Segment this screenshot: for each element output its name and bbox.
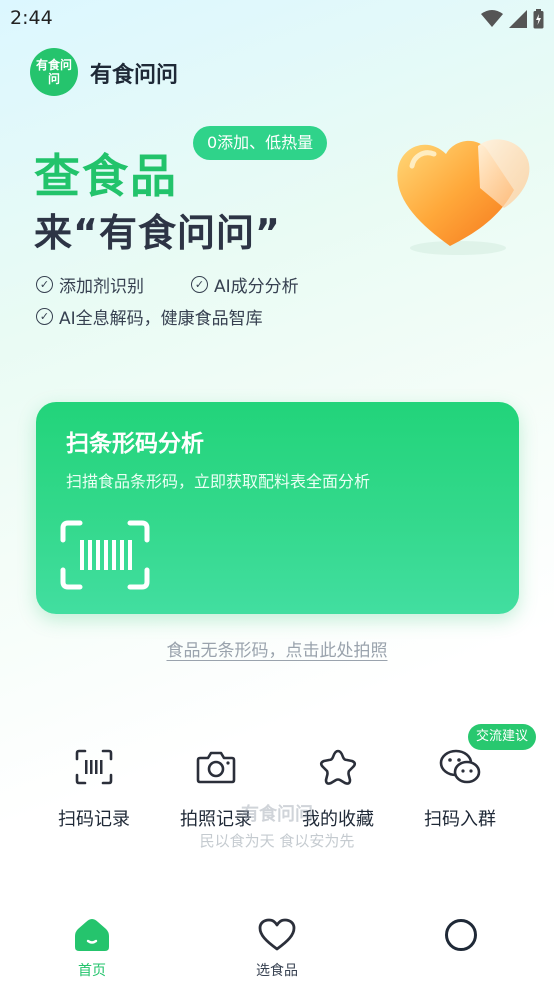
feature-item: ✓ 添加剂识别 [36,272,144,297]
wifi-icon [481,10,503,27]
star-icon [316,745,360,789]
feature-label: AI成分分析 [214,277,299,297]
barcode-record-icon [72,745,116,789]
watermark-name: 有食问问 [241,804,313,825]
heart-illustration [388,128,538,258]
hero-badge: 0添加、低热量 [193,126,328,160]
barcode-scan-icon [60,520,150,590]
feature-label: 添加剂识别 [59,277,144,297]
heart-icon [258,916,296,954]
feature-item: ✓ AI全息解码，健康食品智库 [36,304,263,329]
nav-profile[interactable] [406,916,516,960]
nav-home[interactable]: 首页 [37,916,147,980]
nav-label: 首页 [78,963,106,979]
feedback-badge[interactable]: 交流建议 [468,724,537,750]
check-circle-icon: ✓ [36,276,53,293]
nav-label: 选食品 [256,963,298,979]
nav-choose-food[interactable]: 选食品 [222,916,332,980]
status-icons [481,9,544,29]
battery-icon [533,9,544,29]
app-logo: 有食问问 [30,48,78,96]
home-icon [73,916,111,954]
hero-title: 查食品 [34,149,178,203]
profile-circle-icon [442,916,480,954]
app-name: 有食问问 [90,63,179,88]
scan-card-subtitle: 扫描食品条形码，立即获取配料表全面分析 [66,472,371,491]
feature-label: AI全息解码，健康食品智库 [59,309,263,329]
signal-icon [509,10,527,28]
scan-card-title: 扫条形码分析 [66,431,204,457]
feature-item: ✓ AI成分分析 [191,272,299,297]
status-bar: 2:44 [0,0,554,38]
heart-3d-icon [397,139,530,255]
no-barcode-photo-link[interactable]: 食品无条形码，点击此处拍照 [0,636,554,661]
check-circle-icon: ✓ [191,276,208,293]
check-circle-icon: ✓ [36,308,53,325]
camera-icon [194,745,238,789]
scan-barcode-card[interactable]: 扫条形码分析 扫描食品条形码，立即获取配料表全面分析 [36,402,519,614]
watermark-slogan: 民以食为天 食以安为先 [199,832,355,850]
hero-subtitle: 来“有食问问” [34,211,281,255]
status-time: 2:44 [10,7,53,29]
wechat-icon [438,745,482,789]
